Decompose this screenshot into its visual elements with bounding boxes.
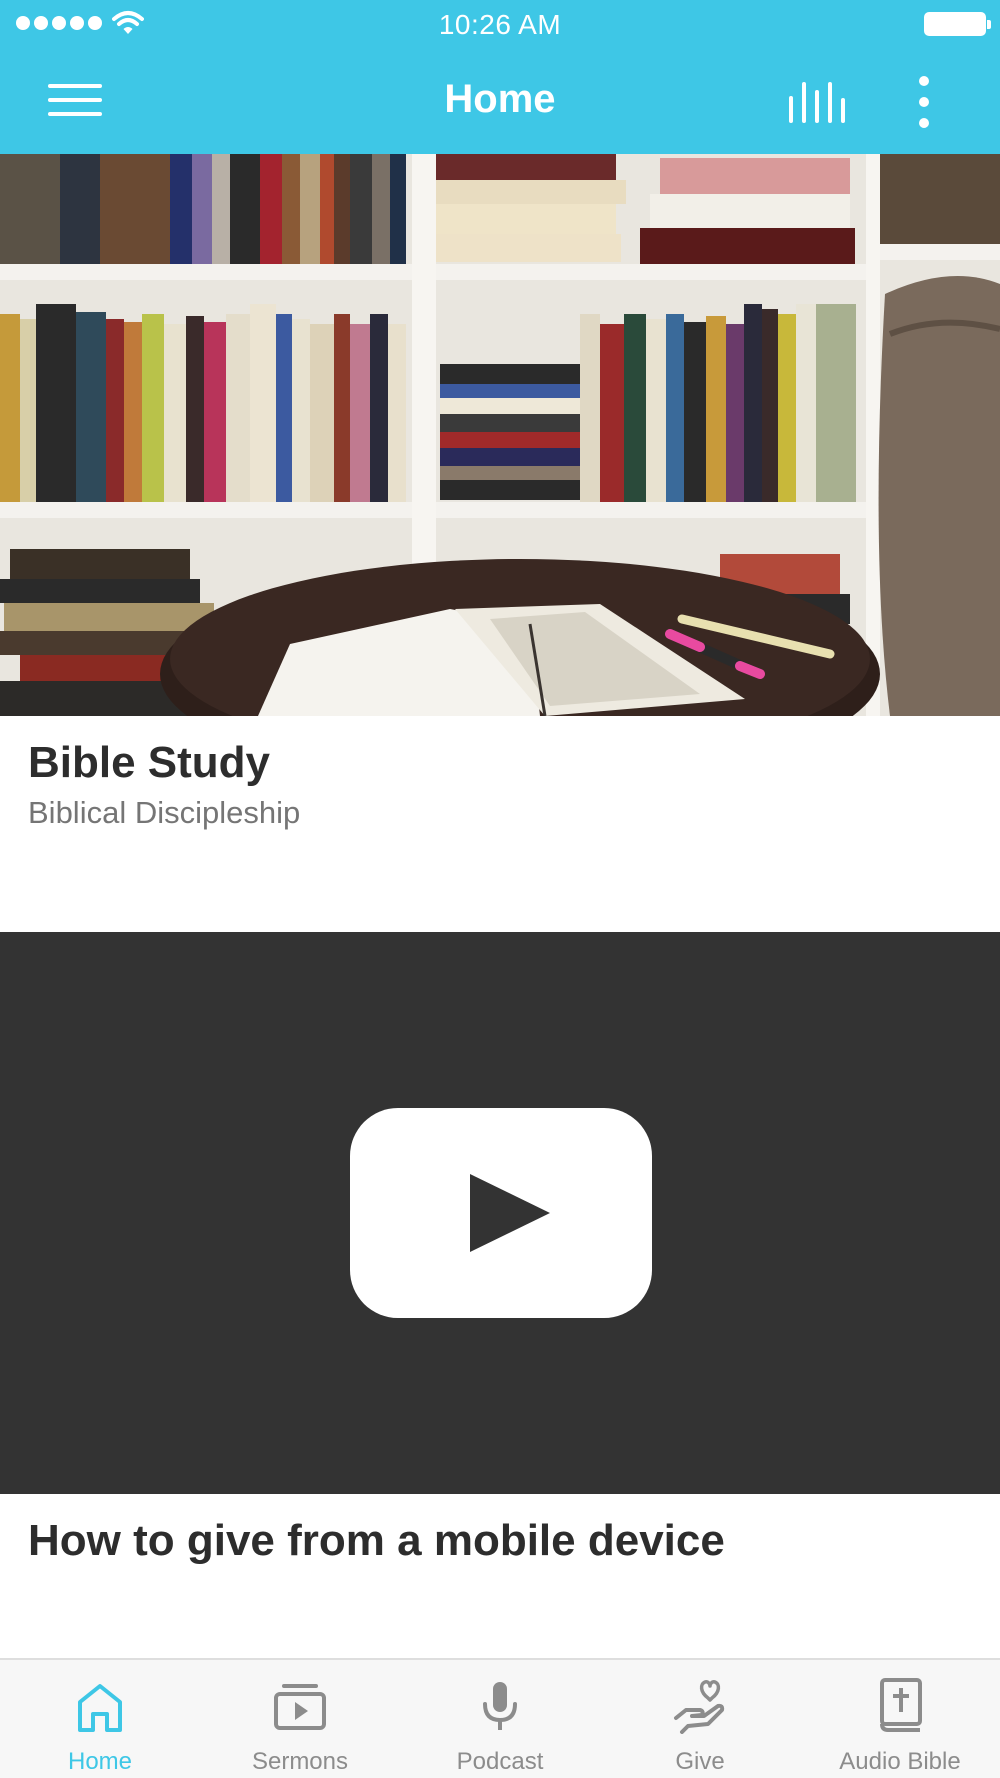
tab-label-sermons: Sermons — [251, 1748, 349, 1775]
battery-icon — [924, 12, 991, 36]
status-time: 10:26 AM — [438, 9, 562, 40]
card-subtitle-bible-study: Biblical Discipleship — [28, 795, 301, 830]
home-icon — [78, 1684, 122, 1732]
tab-sermons[interactable]: Sermons — [200, 1660, 400, 1778]
hamburger-menu-icon[interactable] — [48, 80, 102, 120]
tab-label-give: Give — [675, 1748, 725, 1775]
tab-give[interactable]: Give — [600, 1660, 800, 1778]
card-title-bible-study[interactable]: Bible Study — [28, 738, 270, 788]
nav-bar: Home — [0, 50, 1000, 154]
tab-bar: Home Sermons Podcast Give Audio Bible — [0, 1658, 1000, 1778]
microphone-icon — [483, 1682, 517, 1730]
video-thumbnail[interactable] — [0, 932, 1000, 1494]
youtube-play-icon[interactable] — [350, 1108, 652, 1318]
status-bar: 10:26 AM — [0, 0, 1000, 50]
bible-study-image[interactable] — [0, 154, 1000, 716]
tab-label-home: Home — [67, 1748, 133, 1775]
give-heart-hand-icon — [674, 1680, 725, 1734]
bible-icon — [880, 1678, 922, 1732]
page-title: Home — [444, 77, 556, 121]
tab-label-audio-bible: Audio Bible — [839, 1748, 961, 1775]
card-title-give-video[interactable]: How to give from a mobile device — [28, 1516, 725, 1566]
tab-home[interactable]: Home — [0, 1660, 200, 1778]
bookshelf-table-photo — [0, 154, 1000, 716]
audio-bars-icon[interactable] — [788, 78, 846, 124]
video-library-icon — [274, 1684, 326, 1730]
tab-podcast[interactable]: Podcast — [400, 1660, 600, 1778]
tab-audio-bible[interactable]: Audio Bible — [800, 1660, 1000, 1778]
more-options-icon[interactable] — [908, 74, 940, 130]
tab-label-podcast: Podcast — [456, 1748, 544, 1775]
